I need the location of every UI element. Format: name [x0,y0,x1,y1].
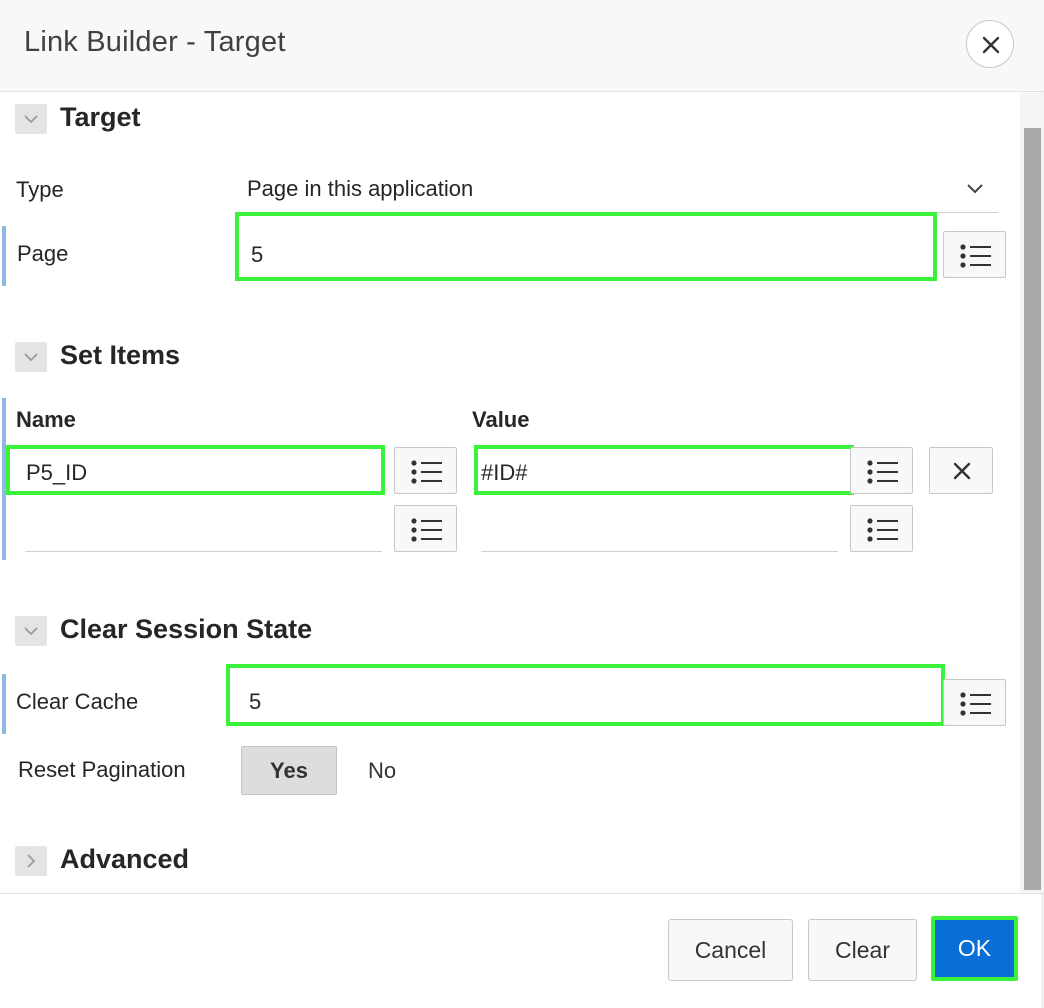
section-title-clear-session-state: Clear Session State [60,614,313,644]
chevron-down-icon [24,627,38,636]
dialog-header: Link Builder - Target [0,0,1044,92]
list-icon [411,518,442,542]
item-value-list-button[interactable] [850,505,913,552]
page-field[interactable]: 5 [235,212,937,281]
item-name-value[interactable]: P5_ID [26,460,87,486]
clear-cache-label: Clear Cache [16,689,139,714]
chevron-down-icon [24,115,38,124]
reset-pagination-no-option[interactable]: No [350,746,416,795]
type-select-value[interactable]: Page in this application [247,176,473,202]
item-name-list-button[interactable] [394,447,457,494]
item-value-field-empty[interactable] [481,551,838,552]
chevron-down-icon [24,353,38,362]
page-field-value[interactable]: 5 [251,242,263,268]
name-column-header: Name [16,407,76,432]
footer-divider [0,893,1044,894]
list-icon [960,244,991,268]
close-icon [982,36,1000,54]
item-value-field[interactable]: #ID# [474,445,854,495]
required-indicator [2,226,6,286]
page-label: Page [17,241,69,266]
item-name-field[interactable]: P5_ID [6,445,385,495]
chevron-down-icon[interactable] [965,182,985,196]
list-icon [867,518,898,542]
page-list-button[interactable] [943,231,1006,278]
item-name-field-empty[interactable] [25,551,382,552]
ok-button[interactable]: OK [931,916,1018,981]
collapse-toggle-advanced[interactable] [15,846,47,876]
section-title-advanced: Advanced [60,844,190,874]
clear-cache-list-button[interactable] [943,679,1006,726]
value-column-header: Value [472,407,530,432]
reset-pagination-yes-option[interactable]: Yes [241,746,337,795]
clear-cache-field[interactable]: 5 [226,664,945,726]
reset-pagination-label: Reset Pagination [18,757,186,782]
clear-button[interactable]: Clear [808,919,917,981]
item-value-value[interactable]: #ID# [481,460,527,486]
list-icon [411,460,442,484]
section-title-target: Target [60,102,141,132]
required-indicator [2,674,6,734]
list-icon [960,692,991,716]
item-value-list-button[interactable] [850,447,913,494]
remove-item-button[interactable] [929,447,993,494]
item-name-list-button[interactable] [394,505,457,552]
collapse-toggle-set-items[interactable] [15,342,47,372]
close-icon [953,462,971,480]
dialog-title: Link Builder - Target [24,26,286,58]
close-button[interactable] [966,20,1014,68]
link-builder-dialog: Link Builder - Target Target Type Page i… [0,0,1044,1008]
collapse-toggle-target[interactable] [15,104,47,134]
chevron-right-icon [27,854,36,868]
clear-cache-value[interactable]: 5 [249,689,261,715]
list-icon [867,460,898,484]
type-label: Type [16,177,64,202]
cancel-button[interactable]: Cancel [668,919,793,981]
scrollbar-thumb[interactable] [1024,128,1041,890]
collapse-toggle-clear-session-state[interactable] [15,616,47,646]
section-title-set-items: Set Items [60,340,181,370]
